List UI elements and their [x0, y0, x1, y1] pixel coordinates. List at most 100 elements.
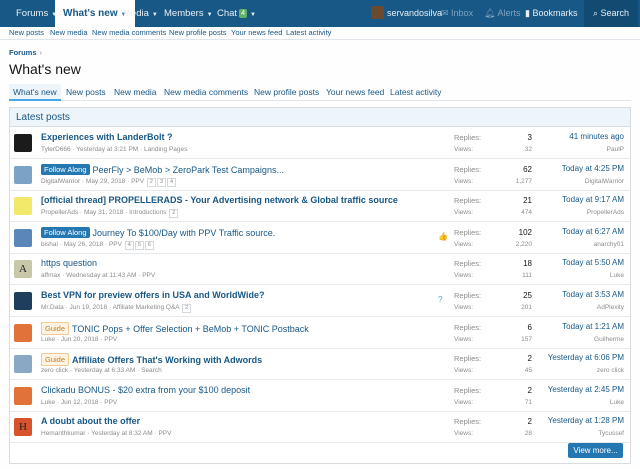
tab-new-posts[interactable]: New posts: [66, 87, 106, 97]
thread-title-text[interactable]: Journey To $100/Day with PPV Traffic sou…: [93, 228, 276, 238]
thread-forum[interactable]: PPV: [109, 241, 122, 248]
avatar[interactable]: [14, 386, 32, 405]
thread-title-text[interactable]: https question: [41, 258, 97, 268]
avatar[interactable]: H: [14, 418, 32, 437]
thread-title-text[interactable]: [official thread] PROPELLERADS - Your Ad…: [41, 195, 398, 205]
subnav-your-news-feed[interactable]: Your news feed: [231, 28, 282, 37]
subnav-new-posts[interactable]: New posts: [9, 28, 44, 37]
subnav-new-media[interactable]: New media: [50, 28, 88, 37]
avatar[interactable]: [14, 228, 32, 247]
tab-whats-new[interactable]: What's new: [9, 84, 61, 101]
last-post-user[interactable]: DigitalWarrior: [585, 178, 624, 185]
last-post-time[interactable]: Yesterday at 1:28 PM: [548, 416, 624, 425]
avatar[interactable]: [14, 292, 32, 310]
last-post-time[interactable]: Today at 3:53 AM: [562, 290, 624, 299]
last-post-time[interactable]: Yesterday at 6:06 PM: [548, 353, 624, 362]
thread-forum[interactable]: PPV: [142, 272, 155, 279]
thread-title-text[interactable]: A doubt about the offer: [41, 416, 140, 426]
tab-new-media[interactable]: New media: [114, 87, 157, 97]
thread-date[interactable]: Wednesday at 11:43 AM: [66, 272, 136, 279]
thread-author[interactable]: Luke: [41, 336, 55, 343]
thread-title[interactable]: A doubt about the offer: [41, 416, 140, 426]
thread-forum[interactable]: PPV: [104, 336, 117, 343]
thread-date[interactable]: Jun 12, 2018: [61, 399, 99, 406]
thread-author[interactable]: zero click: [41, 367, 68, 374]
last-post-user[interactable]: AdPlexity: [597, 304, 624, 311]
subnav-latest-activity[interactable]: Latest activity: [286, 28, 331, 37]
thread-prefix-label[interactable]: Follow Along: [41, 163, 90, 175]
thread-title-text[interactable]: PeerFly > BeMob > ZeroPark Test Campaign…: [93, 165, 284, 175]
subnav-new-media-comments[interactable]: New media comments: [92, 28, 166, 37]
subnav-new-profile-posts[interactable]: New profile posts: [169, 28, 227, 37]
tab-new-profile-posts[interactable]: New profile posts: [254, 87, 319, 97]
thread-forum[interactable]: Search: [141, 367, 162, 374]
last-post-time[interactable]: Today at 1:21 AM: [562, 322, 624, 331]
view-more-button[interactable]: View more...: [568, 443, 623, 458]
thread-prefix-label[interactable]: Guide: [41, 353, 70, 367]
thread-date[interactable]: May 31, 2018: [84, 209, 123, 216]
last-post-time[interactable]: Today at 4:25 PM: [562, 164, 624, 173]
thread-date[interactable]: May 29, 2018: [86, 178, 125, 185]
last-post-time[interactable]: Yesterday at 2:45 PM: [548, 385, 624, 394]
page-link[interactable]: 4: [167, 177, 177, 187]
tab-your-news-feed[interactable]: Your news feed: [326, 87, 384, 97]
thread-forum[interactable]: PPV: [158, 430, 171, 437]
alerts-link[interactable]: 🔔︎ Alerts: [484, 0, 520, 27]
thread-title[interactable]: Guide Affiliate Offers That's Working wit…: [41, 353, 262, 367]
last-post-user[interactable]: Luke: [610, 272, 624, 279]
user-menu[interactable]: servandosilva: [371, 0, 442, 27]
thread-title-text[interactable]: TONIC Pops + Offer Selection + BeMob + T…: [72, 324, 309, 334]
thread-title[interactable]: [official thread] PROPELLERADS - Your Ad…: [41, 195, 398, 205]
thread-title[interactable]: Experiences with LanderBolt ?: [41, 132, 173, 142]
thread-date[interactable]: Jun 19, 2018: [70, 304, 108, 311]
avatar[interactable]: [14, 355, 32, 374]
thread-title-text[interactable]: Best VPN for preview offers in USA and W…: [41, 290, 264, 300]
thread-date[interactable]: Yesterday at 8:32 AM: [91, 430, 153, 437]
last-post-time[interactable]: Today at 5:50 AM: [562, 258, 624, 267]
thread-prefix-label[interactable]: Guide: [41, 321, 70, 335]
last-post-user[interactable]: Luke: [610, 399, 624, 406]
page-link[interactable]: 3: [156, 177, 167, 187]
inbox-link[interactable]: ✉ Inbox: [441, 0, 473, 27]
last-post-time[interactable]: Today at 9:17 AM: [562, 195, 624, 204]
thread-date[interactable]: Jun 20, 2018: [61, 336, 99, 343]
avatar[interactable]: [14, 323, 32, 342]
thread-date[interactable]: Yesterday at 3:21 PM: [76, 146, 138, 153]
avatar[interactable]: [14, 134, 32, 152]
last-post-user[interactable]: anarchy01: [594, 241, 624, 248]
thread-author[interactable]: TylerD666: [41, 146, 71, 153]
last-post-time[interactable]: Today at 6:27 AM: [562, 227, 624, 236]
page-link[interactable]: 5: [134, 240, 144, 250]
bookmarks-link[interactable]: ▮ Bookmarks: [525, 0, 577, 27]
thread-title-text[interactable]: Affiliate Offers That's Working with Adw…: [72, 355, 262, 365]
thread-title[interactable]: https question: [41, 258, 97, 268]
thread-title[interactable]: Guide TONIC Pops + Offer Selection + BeMo…: [41, 321, 309, 335]
thread-author[interactable]: affmax: [41, 272, 60, 279]
block-title[interactable]: Latest posts: [10, 108, 630, 127]
thread-author[interactable]: Mr.Data: [41, 304, 64, 311]
thread-forum[interactable]: PPV: [131, 178, 144, 185]
avatar[interactable]: [14, 197, 32, 216]
breadcrumb[interactable]: Forums ›: [9, 48, 42, 57]
thread-title[interactable]: Best VPN for preview offers in USA and W…: [41, 290, 264, 300]
thread-forum[interactable]: Affiliate Marketing Q&A: [113, 304, 180, 311]
last-post-user[interactable]: PaulP: [607, 146, 624, 153]
thread-date[interactable]: May 26, 2018: [64, 241, 103, 248]
last-post-user[interactable]: PropellerAds: [587, 209, 624, 216]
thread-forum[interactable]: PPV: [104, 399, 117, 406]
thread-author[interactable]: PropellerAds: [41, 209, 78, 216]
thread-title[interactable]: Follow Along PeerFly > BeMob > ZeroPark T…: [41, 163, 284, 175]
page-link[interactable]: 4: [124, 240, 134, 250]
page-link[interactable]: 2: [169, 209, 179, 219]
thread-title-text[interactable]: Clickadu BONUS - $20 extra from your $10…: [41, 385, 250, 395]
thread-title[interactable]: Follow Along Journey To $100/Day with PPV…: [41, 226, 276, 238]
tab-latest-activity[interactable]: Latest activity: [390, 87, 442, 97]
thread-prefix-label[interactable]: Follow Along: [41, 226, 90, 238]
thread-forum[interactable]: Landing Pages: [144, 146, 187, 153]
thread-author[interactable]: Hemanthkumar: [41, 430, 85, 437]
breadcrumb-forums[interactable]: Forums: [9, 48, 37, 57]
last-post-user[interactable]: zero click: [597, 367, 624, 374]
page-link[interactable]: 2: [146, 177, 156, 187]
search-button[interactable]: ⌕ Search: [584, 0, 639, 27]
thread-author[interactable]: DigitalWarrior: [41, 178, 80, 185]
